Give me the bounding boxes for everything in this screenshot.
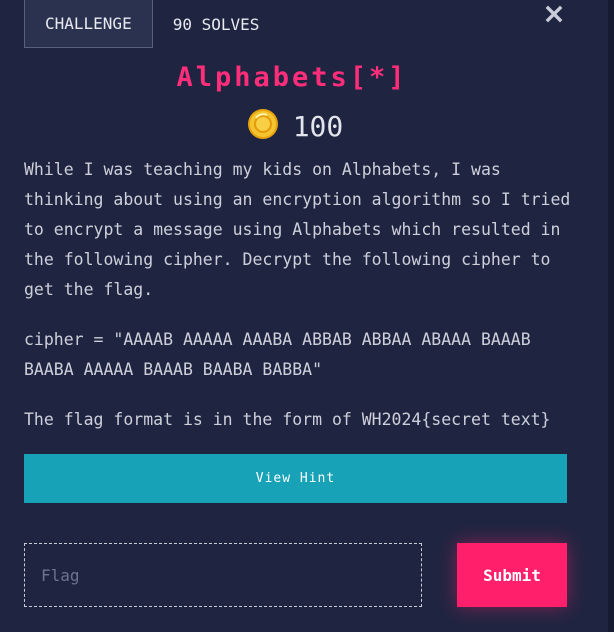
cipher-text: cipher = "AAAAB AAAAA AAABA ABBAB ABBAA … [24,330,531,379]
tab-solves[interactable]: 90 SOLVES [153,0,280,48]
points-value: 100 [292,109,344,143]
flag-format-text: The flag format is in the form of WH2024… [24,410,551,429]
view-hint-button[interactable]: View Hint [24,454,567,503]
tab-bar: CHALLENGE 90 SOLVES [24,0,279,48]
challenge-modal: CHALLENGE 90 SOLVES Alphabets[*] 100 Whi… [0,0,608,632]
scrollbar-edge [608,0,614,632]
submit-button[interactable]: Submit [457,543,567,607]
challenge-description: While I was teaching my kids on Alphabet… [24,155,584,305]
challenge-title: Alphabets[*] [176,62,408,93]
tab-challenge[interactable]: CHALLENGE [24,0,153,48]
flag-input[interactable] [24,543,422,607]
description-text: While I was teaching my kids on Alphabet… [24,160,571,299]
points-display: 100 [0,108,590,144]
close-icon[interactable] [545,5,563,23]
coin-icon [247,108,279,144]
